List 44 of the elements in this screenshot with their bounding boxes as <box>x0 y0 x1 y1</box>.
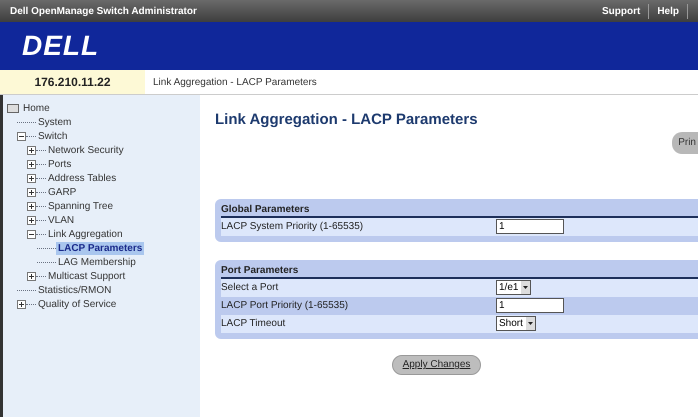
dropdown[interactable]: 1/e1 <box>496 280 532 295</box>
breadcrumb: Link Aggregation - LACP Parameters <box>153 76 317 90</box>
tree-item[interactable]: GARP <box>46 186 78 198</box>
tree-item[interactable]: LACP Parameters <box>56 242 144 254</box>
tree-item[interactable]: Spanning Tree <box>46 200 116 212</box>
apply-changes-button[interactable]: Apply Changes <box>392 354 482 374</box>
expand-icon[interactable] <box>27 188 36 196</box>
expand-icon[interactable] <box>27 272 36 280</box>
tree-item[interactable]: Quality of Service <box>36 298 118 310</box>
input-field[interactable]: 1 <box>496 298 564 313</box>
print-button[interactable]: Prin <box>672 132 698 154</box>
tree-item[interactable]: System <box>36 116 74 128</box>
caret-icon <box>526 317 535 330</box>
caret-icon <box>521 281 530 294</box>
field-label: LACP System Priority (1-65535) <box>221 220 364 234</box>
tree-item[interactable]: Multicast Support <box>46 270 128 282</box>
tree-item[interactable]: Address Tables <box>46 172 118 184</box>
logo: DELL <box>22 29 100 63</box>
field-label: LACP Timeout <box>221 317 286 331</box>
dropdown[interactable]: Short <box>496 316 536 331</box>
tree-item[interactable]: VLAN <box>46 214 76 226</box>
tree-item[interactable]: Network Security <box>46 144 126 156</box>
tree-item[interactable]: Home <box>21 102 52 114</box>
expand-icon[interactable] <box>27 216 36 224</box>
collapse-icon[interactable] <box>27 230 36 238</box>
expand-icon[interactable] <box>17 300 26 308</box>
expand-icon[interactable] <box>27 160 36 168</box>
expand-icon[interactable] <box>27 202 36 210</box>
expand-icon[interactable] <box>27 146 36 154</box>
tree-item[interactable]: Statistics/RMON <box>36 284 114 296</box>
field-label: LACP Port Priority (1-65535) <box>221 299 350 313</box>
app-title: Dell OpenManage Switch Administrator <box>10 4 197 18</box>
tree-item[interactable]: Switch <box>36 130 70 142</box>
tree-item[interactable]: Link Aggregation <box>46 228 125 240</box>
expand-icon[interactable] <box>27 174 36 182</box>
collapse-icon[interactable] <box>17 132 26 140</box>
ip-address: 176.210.11.22 <box>0 70 145 94</box>
input-field[interactable]: 1 <box>496 219 564 234</box>
tree-item[interactable]: LAG Membership <box>56 256 138 268</box>
header-link[interactable]: Support <box>602 4 650 18</box>
page-title: Link Aggregation - LACP Parameters <box>215 110 478 130</box>
tree-item[interactable]: Ports <box>46 158 74 170</box>
field-label: Select a Port <box>221 281 280 295</box>
header-link[interactable]: Help <box>657 4 688 18</box>
